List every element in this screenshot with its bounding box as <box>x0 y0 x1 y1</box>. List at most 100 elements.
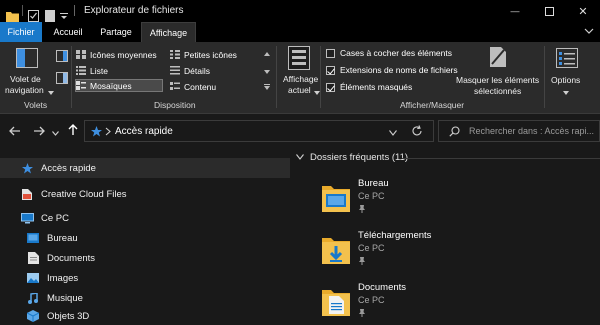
folder-location: Ce PC <box>358 191 385 201</box>
sidebar-item-label: Bureau <box>47 232 78 244</box>
address-bar[interactable]: Accès rapide <box>84 120 434 142</box>
breadcrumb[interactable]: Accès rapide <box>115 126 173 137</box>
tab-fichier[interactable]: Fichier <box>0 22 42 42</box>
music-folder-icon <box>26 291 40 305</box>
section-title: Dossiers fréquents (11) <box>310 152 409 163</box>
details-pane-icon[interactable] <box>56 72 68 86</box>
layout-label: Icônes moyennes <box>90 49 157 60</box>
back-button[interactable] <box>6 122 24 140</box>
breadcrumb-chevron-icon[interactable] <box>105 127 111 138</box>
pin-icon[interactable] <box>358 309 366 319</box>
hidden-items-toggle[interactable]: Éléments masqués <box>326 82 412 92</box>
recent-locations-button[interactable] <box>50 122 60 140</box>
desktop-folder-icon <box>26 231 40 245</box>
folder-location: Ce PC <box>358 295 385 305</box>
tab-affichage[interactable]: Affichage <box>141 22 196 42</box>
layout-medium-icons[interactable]: Icônes moyennes <box>76 48 157 61</box>
tiles-icon <box>76 81 86 90</box>
search-input[interactable]: Rechercher dans : Accès rapi... <box>438 120 600 142</box>
layout-content[interactable]: Contenu <box>170 80 216 93</box>
gallery-scroll[interactable] <box>262 46 272 94</box>
close-button[interactable]: ✕ <box>566 0 600 22</box>
layout-list[interactable]: Liste <box>76 64 108 77</box>
checkbox-checked[interactable] <box>326 65 335 75</box>
layout-label: Petites icônes <box>184 49 237 60</box>
ribbon-tabs: Fichier Accueil Partage Affichage <box>0 22 600 42</box>
folder-tile[interactable]: Téléchargements Ce PC <box>318 230 438 274</box>
sidebar-item-this-pc[interactable]: Ce PC <box>0 208 69 228</box>
documents-folder-icon <box>26 251 40 265</box>
layout-tiles[interactable]: Mosaïques <box>75 79 163 92</box>
checkbox-checked[interactable] <box>326 82 335 92</box>
scroll-down-icon[interactable] <box>264 66 270 76</box>
layout-label: Liste <box>90 65 108 76</box>
navigation-bar: Accès rapide Rechercher dans : Accès rap… <box>0 115 600 147</box>
section-divider <box>402 158 600 159</box>
tab-accueil[interactable]: Accueil <box>46 22 90 42</box>
sidebar-item-desktop[interactable]: Bureau <box>0 228 78 248</box>
folder-tile[interactable]: Documents Ce PC <box>318 282 438 325</box>
layout-label: Mosaïques <box>90 80 132 91</box>
sidebar-item-quick-access[interactable]: Accès rapide <box>0 158 290 178</box>
options-icon <box>556 48 578 70</box>
chevron-down-icon[interactable] <box>584 26 594 38</box>
navigation-pane-label: Volet de <box>10 74 41 84</box>
current-view-label-2: actuel <box>288 85 311 95</box>
group-separator <box>71 46 72 108</box>
current-view-button[interactable]: Affichage actuel <box>280 44 320 102</box>
sidebar-item-creative-cloud[interactable]: Creative Cloud Files <box>0 184 127 204</box>
preview-pane-icon[interactable] <box>56 50 68 64</box>
checkbox-label: Cases à cocher des éléments <box>340 48 452 58</box>
folder-tile[interactable]: Bureau Ce PC <box>318 178 438 222</box>
maximize-button[interactable] <box>532 0 566 22</box>
layout-label: Détails <box>184 65 210 76</box>
documents-folder-icon <box>320 284 352 320</box>
checkbox-label: Éléments masqués <box>340 82 413 92</box>
pin-icon[interactable] <box>358 205 366 215</box>
expand-gallery-icon[interactable] <box>264 82 270 92</box>
arrow-left-icon <box>9 124 21 139</box>
sidebar-item-label: Ce PC <box>41 212 69 224</box>
navigation-pane-button[interactable]: Volet de navigation <box>2 44 54 98</box>
sidebar-item-3d-objects[interactable]: Objets 3D <box>0 306 89 325</box>
layout-details[interactable]: Détails <box>170 64 210 77</box>
title-separator <box>74 5 75 16</box>
sidebar-item-images[interactable]: Images <box>0 268 78 288</box>
arrow-right-icon <box>33 124 45 139</box>
quick-access-separator <box>22 5 23 16</box>
navigation-pane-icon <box>16 48 38 70</box>
group-separator <box>276 46 277 108</box>
scroll-up-icon[interactable] <box>264 48 270 58</box>
folder-name: Bureau <box>358 178 389 189</box>
checkbox-unchecked[interactable] <box>326 48 335 58</box>
title-bar: Explorateur de fichiers — ✕ <box>0 0 600 22</box>
forward-button[interactable] <box>30 122 48 140</box>
tab-partage[interactable]: Partage <box>92 22 140 42</box>
content-area: Dossiers fréquents (11) Bureau Ce PC Tél… <box>290 148 600 325</box>
address-dropdown-icon[interactable] <box>389 128 397 138</box>
content-icon <box>170 82 180 91</box>
arrow-up-icon <box>68 123 78 139</box>
hide-selected-button[interactable]: Masquer les éléments sélectionnés <box>456 44 540 100</box>
layout-small-icons[interactable]: Petites icônes <box>170 48 237 61</box>
images-folder-icon <box>26 271 40 285</box>
navigation-pane-label-2: navigation <box>5 85 44 95</box>
options-button[interactable]: Options <box>548 44 588 100</box>
group-separator <box>320 46 321 108</box>
item-checkboxes-toggle[interactable]: Cases à cocher des éléments <box>326 48 452 58</box>
current-view-icon <box>288 46 310 72</box>
sidebar-item-music[interactable]: Musique <box>0 288 83 308</box>
file-extensions-toggle[interactable]: Extensions de noms de fichiers <box>326 65 458 75</box>
frequent-folders-header[interactable]: Dossiers fréquents (11) <box>296 152 408 163</box>
search-placeholder: Rechercher dans : Accès rapi... <box>469 126 595 136</box>
search-icon <box>449 126 460 139</box>
sidebar-item-documents[interactable]: Documents <box>0 248 95 268</box>
refresh-icon[interactable] <box>411 125 423 139</box>
minimize-button[interactable]: — <box>498 0 532 22</box>
chevron-down-icon <box>51 124 59 139</box>
pin-icon[interactable] <box>358 257 366 267</box>
window-title: Explorateur de fichiers <box>84 5 184 16</box>
details-icon <box>170 66 180 75</box>
up-button[interactable] <box>64 122 82 140</box>
sidebar-item-label: Musique <box>47 292 83 304</box>
